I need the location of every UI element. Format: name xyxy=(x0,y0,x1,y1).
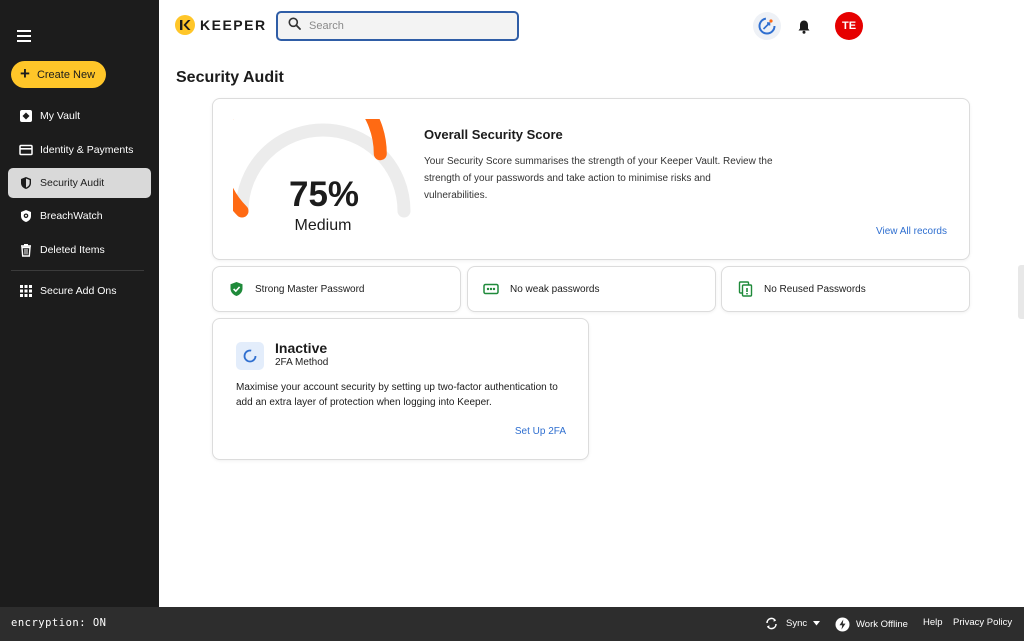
sidebar-item-label: Security Audit xyxy=(40,177,105,189)
sidebar-divider xyxy=(11,270,144,271)
stat-card-master-password[interactable]: Strong Master Password xyxy=(212,266,461,312)
sidebar-item-label: Deleted Items xyxy=(40,244,105,256)
score-percent: 75% xyxy=(289,175,360,214)
keeper-logo-icon xyxy=(175,15,195,35)
keeper-logo-text: KEEPER xyxy=(200,17,267,33)
sync-status-icon[interactable] xyxy=(753,12,781,40)
avatar[interactable]: TE xyxy=(835,12,863,40)
duplicate-icon xyxy=(737,281,753,297)
encryption-status: encryption: ON xyxy=(11,617,107,629)
stat-label: No weak passwords xyxy=(510,283,600,295)
sidebar-item-deleted-items[interactable]: Deleted Items xyxy=(8,235,151,265)
grid-icon xyxy=(19,284,33,298)
sidebar-item-label: BreachWatch xyxy=(40,210,103,222)
breachwatch-icon xyxy=(19,209,33,223)
two-factor-icon xyxy=(236,342,264,370)
sidebar-item-my-vault[interactable]: My Vault xyxy=(8,101,151,131)
search-bar[interactable] xyxy=(276,11,519,41)
stat-card-reused-passwords[interactable]: No Reused Passwords xyxy=(721,266,970,312)
work-offline-label: Work Offline xyxy=(856,619,908,630)
stat-label: No Reused Passwords xyxy=(764,283,866,295)
create-new-label: Create New xyxy=(36,68,96,81)
score-level: Medium xyxy=(294,217,352,234)
sidebar-item-breachwatch[interactable]: BreachWatch xyxy=(8,201,151,231)
two-factor-description: Maximise your account security by settin… xyxy=(236,382,558,408)
set-up-2fa-link[interactable]: Set Up 2FA xyxy=(515,426,566,437)
search-input[interactable] xyxy=(309,20,499,32)
two-factor-card: Inactive 2FA Method Maximise your accoun… xyxy=(212,318,589,460)
search-icon xyxy=(288,17,301,35)
two-factor-method-label: 2FA Method xyxy=(275,357,329,368)
sidebar-item-label: Secure Add Ons xyxy=(40,285,117,297)
sync-label: Sync xyxy=(786,618,808,629)
menu-icon[interactable] xyxy=(17,30,31,42)
score-title: Overall Security Score xyxy=(424,127,563,142)
card-icon xyxy=(19,143,33,157)
sidebar: + Create New My Vault Identity & Payment… xyxy=(0,0,159,607)
shield-check-icon xyxy=(228,281,244,297)
vault-icon xyxy=(19,109,33,123)
lightning-icon xyxy=(835,617,850,632)
sidebar-item-label: Identity & Payments xyxy=(40,144,134,156)
chevron-down-icon xyxy=(813,621,821,626)
sync-menu[interactable]: Sync xyxy=(765,617,821,630)
work-offline-button[interactable]: Work Offline xyxy=(835,617,908,632)
sync-icon xyxy=(765,617,778,630)
stat-label: Strong Master Password xyxy=(255,283,365,295)
sidebar-item-identity-payments[interactable]: Identity & Payments xyxy=(8,135,151,165)
sidebar-item-label: My Vault xyxy=(40,110,81,122)
security-score-card: 75% Medium Overall Security Score Your S… xyxy=(212,98,970,260)
shield-icon xyxy=(19,176,33,190)
stat-card-weak-passwords[interactable]: No weak passwords xyxy=(467,266,716,312)
notification-bell-icon[interactable] xyxy=(790,12,818,40)
two-factor-status: Inactive xyxy=(275,340,328,356)
status-bar: encryption: ON Sync Work Offline Help Pr… xyxy=(0,607,1024,641)
side-panel-handle[interactable] xyxy=(1018,265,1024,319)
keeper-logo[interactable]: KEEPER xyxy=(175,15,267,35)
page-title: Security Audit xyxy=(176,69,284,86)
sidebar-item-secure-add-ons[interactable]: Secure Add Ons xyxy=(8,276,151,306)
help-link[interactable]: Help xyxy=(923,617,943,628)
view-all-records-link[interactable]: View All records xyxy=(876,226,947,237)
create-new-button[interactable]: + Create New xyxy=(11,61,106,88)
password-dots-icon xyxy=(483,281,499,297)
privacy-policy-link[interactable]: Privacy Policy xyxy=(953,617,1012,628)
plus-icon: + xyxy=(20,64,30,83)
trash-icon xyxy=(19,243,33,257)
score-description: Your Security Score summarises the stren… xyxy=(424,156,773,201)
sidebar-item-security-audit[interactable]: Security Audit xyxy=(8,168,151,198)
